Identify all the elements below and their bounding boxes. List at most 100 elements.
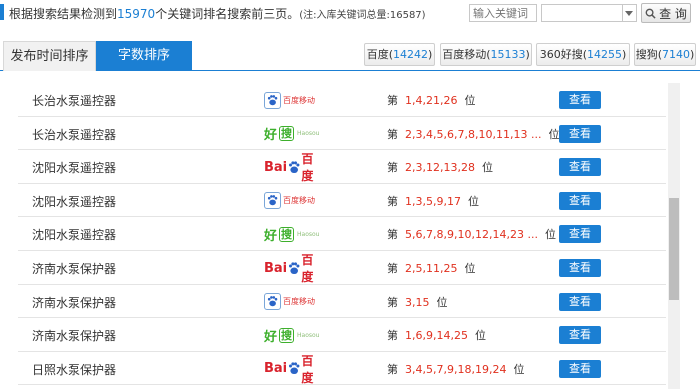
baidu-paw-icon [289,261,300,274]
summary-bar: 根据搜索结果检测到15970个关键词排名搜索前三页。(注:入库关键词总量:165… [0,0,700,26]
rank-cell: 第 1,4,21,26 位 [387,92,475,108]
keyword-search-input[interactable] [469,4,537,22]
rank-cell: 第 2,3,4,5,6,7,8,10,11,13 ... 位 [387,126,559,142]
engine-count: 14242 [393,48,428,61]
view-button[interactable]: 查看 [559,124,601,143]
rank-cell: 第 3,4,5,7,9,18,19,24 位 [387,361,524,377]
engine-name: 搜狗 [635,48,658,61]
scrollbar[interactable] [668,83,680,389]
view-button[interactable]: 查看 [559,91,601,109]
search-button[interactable]: 查 询 [641,3,691,23]
keyword-cell: 济南水泵保护器 [32,262,117,276]
keyword-cell: 日照水泵保护器 [32,362,117,377]
engine-filter-sogou[interactable]: 搜狗(7140) [634,43,696,66]
rank-positions: 1,3,5,9,17 [405,194,461,208]
baidu-en: Bai [264,361,288,377]
rank-suffix: 位 [436,295,448,309]
view-button[interactable]: 查看 [559,191,601,210]
engine-filter-baidu-mobile[interactable]: 百度移动(15133) [440,43,532,66]
rank-prefix: 第 [387,194,398,208]
engine-count: 7140 [662,48,690,61]
paw-icon [267,94,278,105]
baidu-cn: 百度 [301,152,314,184]
engine-name: 百度移动 [442,48,487,61]
rank-positions: 1,4,21,26 [405,94,458,107]
paw-icon [267,195,278,206]
keyword-cell: 沈阳水泵遥控器 [32,228,117,243]
accent-marker [0,4,4,20]
rank-positions: 2,3,12,13,28 [405,161,475,175]
rank-suffix: 位 [548,127,560,141]
haosou-hao: 好 [264,128,278,144]
haosou-logo: 好 搜 Haosou [264,224,324,244]
haosou-hao: 好 [264,228,278,244]
rank-prefix: 第 [387,228,398,242]
engine-name: 百度 [366,48,389,61]
scrollbar-thumb[interactable] [669,198,679,300]
view-button[interactable]: 查看 [559,259,601,277]
table-row: 长治水泵遥控器 百度移动 第 1,4,21,26 位 查看 [18,83,666,117]
table-row: 沈阳水泵遥控器 好 搜 Haosou 第 5,6,7,8,9,10,12,14,… [18,217,666,251]
summary-suffix: 个关键词排名搜索前三页。 [155,7,300,21]
rank-prefix: 第 [387,262,398,275]
chevron-down-icon [625,11,633,16]
rank-prefix: 第 [387,362,398,376]
haosou-sub: Haosou [297,230,320,238]
keyword-cell: 长治水泵遥控器 [32,94,117,108]
rank-prefix: 第 [387,295,398,309]
engine-filter-360[interactable]: 360好搜(14255) [536,43,630,66]
baidu-paw-icon [264,293,281,311]
haosou-sou: 搜 [279,327,295,343]
table-row: 日照水泵保护器 Bai 百度 第 3,4,5,7,9,18,19,24 位 查看 [18,352,666,386]
baidu-mobile-text: 百度移动 [283,95,315,105]
rank-suffix: 位 [467,194,479,208]
haosou-sub: Haosou [297,130,320,138]
search-button-label: 查 询 [659,6,687,21]
rank-positions: 2,5,11,25 [405,262,458,275]
keyword-cell: 济南水泵保护器 [32,329,117,344]
baidu-en: Bai [264,260,288,276]
engine-filter-baidu[interactable]: 百度(14242) [364,43,435,66]
baidu-paw-icon [289,161,300,173]
engine-name: 360好搜 [539,48,583,61]
rank-suffix: 位 [464,94,476,107]
engine-count: 15133 [490,48,526,61]
rank-prefix: 第 [387,329,398,343]
rank-cell: 第 5,6,7,8,9,10,12,14,23 ... 位 [387,226,556,242]
select-arrow-box[interactable] [622,5,636,21]
table-row: 济南水泵保护器 百度移动 第 3,15 位 查看 [18,285,666,319]
view-button[interactable]: 查看 [559,292,601,311]
keyword-count: 15970 [117,7,156,21]
rank-prefix: 第 [387,127,398,141]
haosou-sou: 搜 [279,126,295,142]
tab-sort-by-length[interactable]: 字数排序 [96,41,192,71]
summary-note: (注:入库关键词总量:16587) [299,10,426,21]
rank-suffix: 位 [544,228,556,242]
paw-icon [267,296,278,307]
table-row: 长治水泵遥控器 好 搜 Haosou 第 2,3,4,5,6,7,8,10,11… [18,117,666,151]
view-button[interactable]: 查看 [559,359,601,378]
baidu-mobile-logo: 百度移动 [264,191,324,211]
rank-cell: 第 2,5,11,25 位 [387,260,475,276]
baidu-en: Bai [264,159,288,175]
baidu-paw-icon [289,362,300,375]
baidu-paw-icon [264,91,281,109]
summary-prefix: 根据搜索结果检测到 [9,7,118,21]
rank-cell: 第 2,3,12,13,28 位 [387,159,493,175]
keyword-cell: 济南水泵保护器 [32,295,117,310]
view-button[interactable]: 查看 [559,225,601,244]
haosou-logo: 好 搜 Haosou [264,124,324,144]
rank-positions: 3,15 [405,295,430,309]
rank-prefix: 第 [387,161,398,175]
view-button[interactable]: 查看 [559,158,601,177]
rank-cell: 第 1,3,5,9,17 位 [387,193,479,209]
view-button[interactable]: 查看 [559,326,601,345]
baidu-logo: Bai 百度 [264,253,324,284]
tab-sort-by-date[interactable]: 发布时间排序 [3,41,96,71]
rank-suffix: 位 [481,161,493,175]
keyword-cell: 沈阳水泵遥控器 [32,194,117,209]
rank-suffix: 位 [513,362,525,376]
engine-select[interactable] [541,4,637,22]
haosou-logo: 好 搜 Haosou [264,325,324,345]
haosou-sub: Haosou [297,331,320,339]
